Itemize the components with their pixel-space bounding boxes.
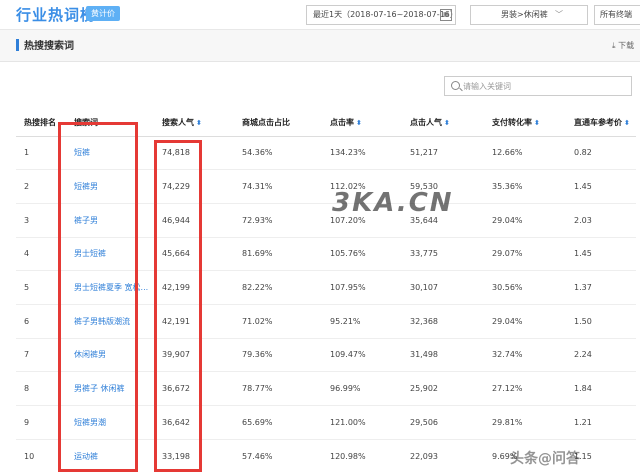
cell-click-popularity: 51,217: [402, 136, 484, 171]
search-icon: [451, 81, 460, 90]
watermark-center: 3KA.CN: [332, 188, 454, 218]
section-header: 热搜搜索词 ⤓ 下载: [0, 30, 640, 62]
cell-click-rate: 107.95%: [322, 270, 402, 305]
watermark-corner: 头条@问答: [510, 451, 580, 467]
cell-click-popularity: 22,093: [402, 439, 484, 472]
cell-ztc-price: 1.21: [566, 405, 636, 440]
cell-pay-conversion: 30.56%: [484, 270, 566, 305]
cell-pay-conversion: 12.66%: [484, 136, 566, 171]
cell-mall-click-ratio: 71.02%: [234, 304, 322, 339]
cell-mall-click-ratio: 78.77%: [234, 371, 322, 406]
date-range-picker[interactable]: 最近1天（2018-07-16~2018-07-16） ▦: [306, 5, 458, 25]
cell-ztc-price: 2.24: [566, 338, 636, 373]
cell-click-popularity: 25,902: [402, 371, 484, 406]
download-label: 下载: [618, 41, 635, 50]
cell-click-popularity: 32,368: [402, 304, 484, 339]
cell-mall-click-ratio: 57.46%: [234, 439, 322, 472]
cell-click-rate: 109.47%: [322, 338, 402, 373]
category-label: 男装>休闲裤: [501, 10, 548, 19]
section-title: 热搜搜索词: [24, 41, 74, 52]
cell-ztc-price: 2.03: [566, 203, 636, 238]
sort-icon[interactable]: ⬍: [356, 119, 362, 127]
col-pay-conversion[interactable]: 支付转化率 ⬍: [484, 110, 566, 137]
cell-pay-conversion: 35.36%: [484, 169, 566, 204]
keyword-search[interactable]: [444, 76, 632, 96]
col-ztc-price[interactable]: 直通车参考价 ⬍: [566, 110, 636, 137]
cell-click-rate: 134.23%: [322, 136, 402, 171]
cell-click-rate: 95.21%: [322, 304, 402, 339]
cell-click-rate: 121.00%: [322, 405, 402, 440]
cell-pay-conversion: 32.74%: [484, 338, 566, 373]
cell-click-rate: 105.76%: [322, 237, 402, 272]
cell-mall-click-ratio: 54.36%: [234, 136, 322, 171]
cell-click-rate: 120.98%: [322, 439, 402, 472]
cell-mall-click-ratio: 81.69%: [234, 237, 322, 272]
section-accent-bar: [16, 39, 19, 51]
category-select[interactable]: 男装>休闲裤 ﹀: [470, 5, 588, 25]
col-mall-click-ratio: 商城点击占比: [234, 110, 322, 137]
cell-ztc-price: 1.84: [566, 371, 636, 406]
col-search-popularity[interactable]: 搜索人气 ⬍: [154, 110, 234, 137]
calendar-icon[interactable]: ▦: [440, 9, 452, 21]
cell-mall-click-ratio: 65.69%: [234, 405, 322, 440]
popularity-highlight-box: [154, 140, 202, 472]
cell-ztc-price: 1.50: [566, 304, 636, 339]
date-range-label: 最近1天（2018-07-16~2018-07-16）: [313, 10, 458, 19]
download-icon: ⤓: [612, 41, 616, 50]
chevron-down-icon: ﹀: [555, 10, 563, 19]
sort-icon[interactable]: ⬍: [624, 119, 630, 127]
keyword-highlight-box: [58, 122, 138, 472]
top-bar: 行业热词榜 黄计价 最近1天（2018-07-16~2018-07-16） ▦ …: [0, 0, 640, 30]
cell-mall-click-ratio: 82.22%: [234, 270, 322, 305]
cell-pay-conversion: 29.04%: [484, 304, 566, 339]
sort-icon[interactable]: ⬍: [196, 119, 202, 127]
cell-pay-conversion: 27.12%: [484, 371, 566, 406]
cell-mall-click-ratio: 72.93%: [234, 203, 322, 238]
terminal-select[interactable]: 所有终端: [594, 5, 640, 25]
cell-ztc-price: 1.37: [566, 270, 636, 305]
sort-icon[interactable]: ⬍: [444, 119, 450, 127]
cell-ztc-price: 0.82: [566, 136, 636, 171]
cell-ztc-price: 1.45: [566, 169, 636, 204]
cell-click-popularity: 31,498: [402, 338, 484, 373]
cell-click-popularity: 33,775: [402, 237, 484, 272]
download-button[interactable]: ⤓ 下载: [612, 40, 634, 51]
search-input[interactable]: [463, 79, 627, 93]
page-title: 行业热词榜: [16, 6, 97, 24]
col-click-popularity[interactable]: 点击人气 ⬍: [402, 110, 484, 137]
cell-click-rate: 96.99%: [322, 371, 402, 406]
col-click-rate[interactable]: 点击率 ⬍: [322, 110, 402, 137]
cell-click-popularity: 29,506: [402, 405, 484, 440]
cell-pay-conversion: 29.07%: [484, 237, 566, 272]
cell-mall-click-ratio: 79.36%: [234, 338, 322, 373]
terminal-label: 所有终端: [600, 10, 632, 19]
cell-ztc-price: 1.45: [566, 237, 636, 272]
pricing-tag[interactable]: 黄计价: [86, 6, 120, 21]
cell-pay-conversion: 29.81%: [484, 405, 566, 440]
cell-pay-conversion: 29.04%: [484, 203, 566, 238]
cell-click-popularity: 30,107: [402, 270, 484, 305]
sort-icon[interactable]: ⬍: [534, 119, 540, 127]
cell-mall-click-ratio: 74.31%: [234, 169, 322, 204]
